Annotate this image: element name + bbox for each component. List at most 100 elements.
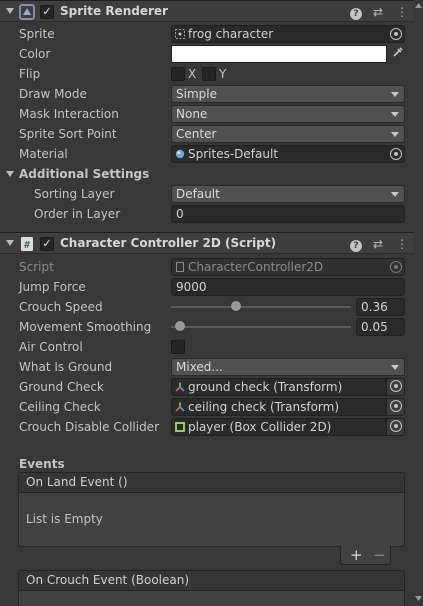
component-title: Character Controller 2D (Script) (60, 236, 277, 250)
field-label: Material (19, 147, 68, 161)
crouch-speed-row: Crouch Speed 0.36 (0, 297, 423, 317)
add-item-button[interactable]: + (350, 546, 363, 564)
section-header: Additional Settings (19, 167, 150, 181)
remove-item-button[interactable]: − (373, 546, 386, 564)
script-icon: # (21, 237, 33, 251)
material-object-field[interactable]: Sprites-Default (171, 145, 405, 163)
field-label: Movement Smoothing (19, 320, 152, 334)
smoothing-slider-handle[interactable] (175, 321, 185, 331)
layer-mask-dropdown[interactable]: Mixed... (171, 358, 405, 376)
box-collider-icon (175, 422, 185, 432)
events-header: Events (19, 457, 65, 471)
dropdown-value: Center (176, 127, 217, 141)
object-picker-icon[interactable] (390, 400, 402, 412)
field-label: Air Control (19, 340, 83, 354)
collapse-arrow-icon[interactable] (6, 240, 14, 246)
object-picker-button[interactable] (386, 419, 404, 435)
field-value: frog character (188, 27, 274, 41)
sprite-renderer-icon (19, 4, 35, 20)
crouch-speed-slider-track[interactable] (171, 306, 351, 308)
ground-check-object-field[interactable]: ground check (Transform) (171, 378, 405, 396)
field-label: Ceiling Check (19, 400, 101, 414)
controller-enabled-toggle[interactable]: ✓ (40, 237, 54, 251)
jump-force-row: Jump Force 9000 (0, 277, 423, 297)
field-label: Script (19, 260, 54, 274)
order-in-layer-input[interactable]: 0 (171, 205, 405, 223)
chevron-down-icon (391, 132, 399, 137)
field-label: What Is Ground (19, 360, 113, 374)
component-title: Sprite Renderer (60, 4, 168, 18)
field-label: Crouch Disable Collider (19, 420, 159, 434)
draw-mode-dropdown[interactable]: Simple (171, 85, 405, 103)
empty-list-text: List is Empty (26, 512, 103, 526)
help-icon[interactable]: ? (348, 4, 364, 20)
object-picker-icon[interactable] (390, 148, 402, 160)
object-picker-button[interactable] (386, 399, 404, 415)
field-label: Jump Force (19, 280, 86, 294)
sprite-renderer-enabled-toggle[interactable]: ✓ (40, 5, 54, 19)
sort-point-row: Sprite Sort Point Center (0, 124, 423, 144)
material-row: Material Sprites-Default (0, 144, 423, 164)
help-icon[interactable]: ? (348, 236, 364, 252)
event-title: On Land Event () (19, 473, 404, 493)
air-control-checkbox[interactable] (171, 340, 185, 354)
event-title: On Crouch Event (Boolean) (19, 571, 404, 591)
sorting-layer-row: Sorting Layer Default (0, 184, 423, 204)
field-label: Mask Interaction (19, 107, 119, 121)
sort-point-dropdown[interactable]: Center (171, 125, 405, 143)
preset-settings-icon[interactable]: ⇄ (370, 236, 386, 252)
additional-settings-foldout[interactable]: Additional Settings (0, 164, 423, 184)
dropdown-value: Default (176, 187, 220, 201)
list-add-remove-footer: + − (340, 546, 391, 565)
flip-x-label: X (188, 67, 197, 81)
color-swatch[interactable] (171, 45, 387, 63)
flip-y-checkbox[interactable] (202, 67, 216, 81)
script-row: Script CharacterController2D (0, 257, 423, 277)
order-in-layer-row: Order in Layer 0 (0, 204, 423, 224)
eyedropper-icon[interactable] (390, 46, 406, 62)
crouch-speed-slider-handle[interactable] (230, 301, 241, 311)
collapse-arrow-icon[interactable] (6, 8, 14, 14)
ground-check-row: Ground Check ground check (Transform) (0, 377, 423, 397)
chevron-down-icon (391, 112, 399, 117)
inspector-scrollbar[interactable] (414, 0, 423, 606)
collapse-arrow-icon[interactable] (6, 171, 14, 177)
field-label: Order in Layer (34, 207, 121, 221)
dropdown-value: Simple (176, 87, 217, 101)
field-label: Crouch Speed (19, 300, 103, 314)
field-value: CharacterController2D (188, 260, 324, 274)
character-controller-header[interactable]: # ✓ Character Controller 2D (Script) ? ⇄… (0, 232, 423, 254)
transform-icon (175, 402, 185, 412)
field-value: player (Box Collider 2D) (188, 420, 332, 434)
preset-settings-icon[interactable]: ⇄ (370, 4, 386, 20)
crouch-speed-input[interactable]: 0.36 (356, 298, 405, 316)
sprite-object-field[interactable]: frog character (171, 25, 405, 43)
object-picker-icon[interactable] (390, 420, 402, 432)
sorting-layer-dropdown[interactable]: Default (171, 185, 405, 203)
field-label: Draw Mode (19, 87, 87, 101)
script-file-icon (176, 262, 184, 272)
sprite-renderer-header[interactable]: ✓ Sprite Renderer ? ⇄ ⋮ (0, 0, 423, 22)
field-label: Sprite Sort Point (19, 127, 117, 141)
mask-interaction-dropdown[interactable]: None (171, 105, 405, 123)
sprite-asset-icon (175, 29, 185, 39)
field-label: Ground Check (19, 380, 104, 394)
air-control-row: Air Control (0, 337, 423, 357)
smoothing-input[interactable]: 0.05 (356, 318, 405, 336)
on-land-event-list: On Land Event () List is Empty (18, 472, 405, 547)
flip-x-checkbox[interactable] (171, 67, 185, 81)
context-menu-icon[interactable]: ⋮ (394, 236, 410, 252)
object-picker-icon[interactable] (390, 380, 402, 392)
ceiling-check-object-field[interactable]: ceiling check (Transform) (171, 398, 405, 416)
object-picker-icon[interactable] (390, 28, 402, 40)
object-picker-button[interactable] (386, 379, 404, 395)
smoothing-slider-track[interactable] (171, 326, 351, 328)
jump-force-input[interactable]: 9000 (171, 278, 405, 296)
dropdown-value: Mixed... (176, 360, 223, 374)
crouch-collider-object-field[interactable]: player (Box Collider 2D) (171, 418, 405, 436)
context-menu-icon[interactable]: ⋮ (394, 4, 410, 20)
field-label: Color (19, 47, 51, 61)
transform-icon (175, 382, 185, 392)
material-icon (175, 149, 185, 159)
sprite-row: Sprite frog character (0, 24, 423, 44)
